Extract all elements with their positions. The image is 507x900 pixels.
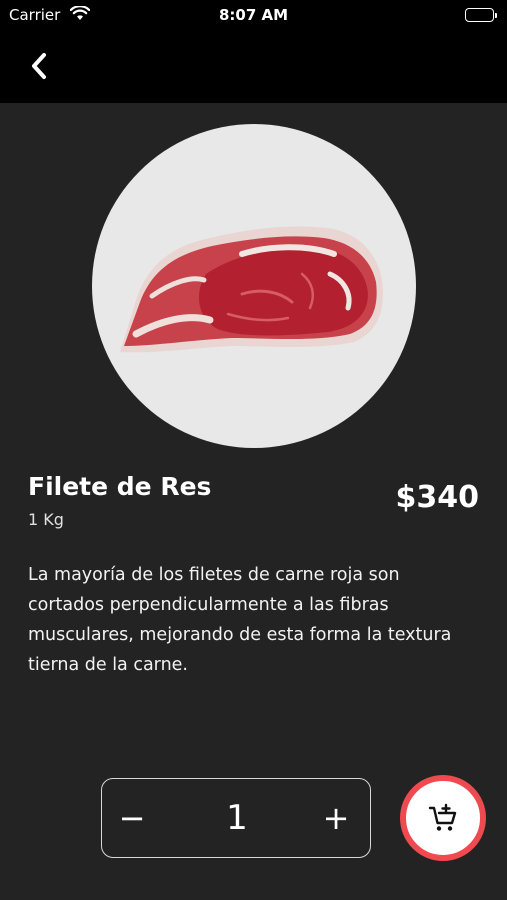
increase-quantity-button[interactable]: + xyxy=(306,779,366,857)
status-time: 8:07 AM xyxy=(218,6,289,24)
product-image xyxy=(92,124,416,448)
quantity-stepper: − 1 + xyxy=(101,778,371,858)
battery-icon xyxy=(465,8,497,22)
product-price: $340 xyxy=(395,480,480,515)
product-title: Filete de Res xyxy=(28,472,212,501)
quantity-value: 1 xyxy=(226,798,248,838)
status-bar: Carrier 8:07 AM xyxy=(0,0,507,30)
chevron-left-icon xyxy=(32,53,46,79)
product-weight: 1 Kg xyxy=(28,510,64,529)
back-button[interactable] xyxy=(22,48,56,84)
decrease-quantity-button[interactable]: − xyxy=(102,779,162,857)
cart-plus-icon xyxy=(428,803,457,831)
add-to-cart-button[interactable] xyxy=(400,775,486,861)
beef-steak-image xyxy=(120,226,383,353)
navigation-bar xyxy=(0,30,507,103)
product-description: La mayoría de los filetes de carne roja … xyxy=(28,565,452,675)
